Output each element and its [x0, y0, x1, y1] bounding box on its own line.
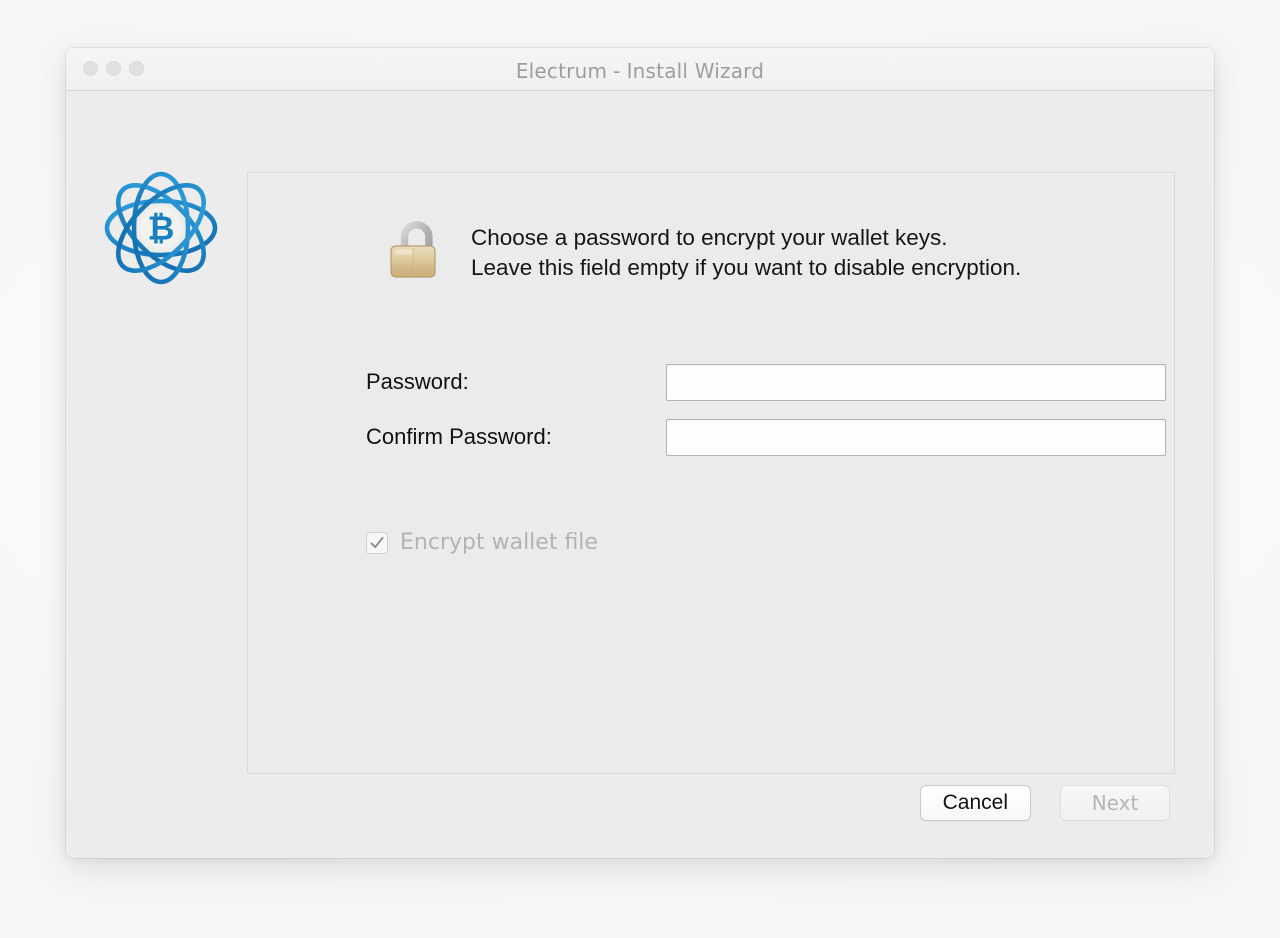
page-backdrop: Electrum - Install Wizard ₿ Choose a pas… [0, 0, 1280, 938]
next-button: Next [1060, 785, 1170, 821]
encrypt-wallet-file-label: Encrypt wallet file [400, 530, 598, 555]
encrypt-wallet-file-checkbox[interactable] [366, 531, 388, 554]
open-padlock-icon [387, 215, 449, 281]
wizard-content-panel: Choose a password to encrypt your wallet… [247, 172, 1175, 774]
wizard-footer: Cancel Next [919, 785, 1170, 821]
window-title-page: Install Wizard [626, 59, 765, 83]
panel-header-row: Choose a password to encrypt your wallet… [248, 215, 1174, 283]
instruction-line-1: Choose a password to encrypt your wallet… [471, 225, 948, 250]
password-form: Password: Confirm Password: [366, 363, 1166, 473]
password-row: Password: [366, 363, 1166, 401]
instruction-message: Choose a password to encrypt your wallet… [471, 215, 1021, 283]
checkmark-icon [370, 536, 384, 548]
window-title: Electrum - Install Wizard [66, 59, 1214, 83]
cancel-button[interactable]: Cancel [919, 785, 1031, 821]
window-title-app: Electrum [515, 59, 608, 83]
password-label: Password: [366, 369, 469, 394]
confirm-password-row: Confirm Password: [366, 418, 1166, 456]
bitcoin-symbol: ₿ [148, 209, 175, 248]
instruction-line-2: Leave this field empty if you want to di… [471, 255, 1022, 280]
confirm-password-label: Confirm Password: [366, 424, 552, 449]
window-title-separator: - [613, 59, 621, 83]
password-input[interactable] [665, 363, 1166, 401]
electrum-bitcoin-atom-logo-icon: ₿ [102, 169, 220, 287]
install-wizard-window: Electrum - Install Wizard ₿ Choose a pas… [66, 48, 1214, 858]
confirm-password-input[interactable] [665, 418, 1166, 456]
window-titlebar: Electrum - Install Wizard [66, 48, 1214, 91]
window-body: ₿ Choose a password to encrypt your wall… [66, 91, 1214, 857]
encrypt-wallet-file-row[interactable]: Encrypt wallet file [366, 530, 598, 555]
